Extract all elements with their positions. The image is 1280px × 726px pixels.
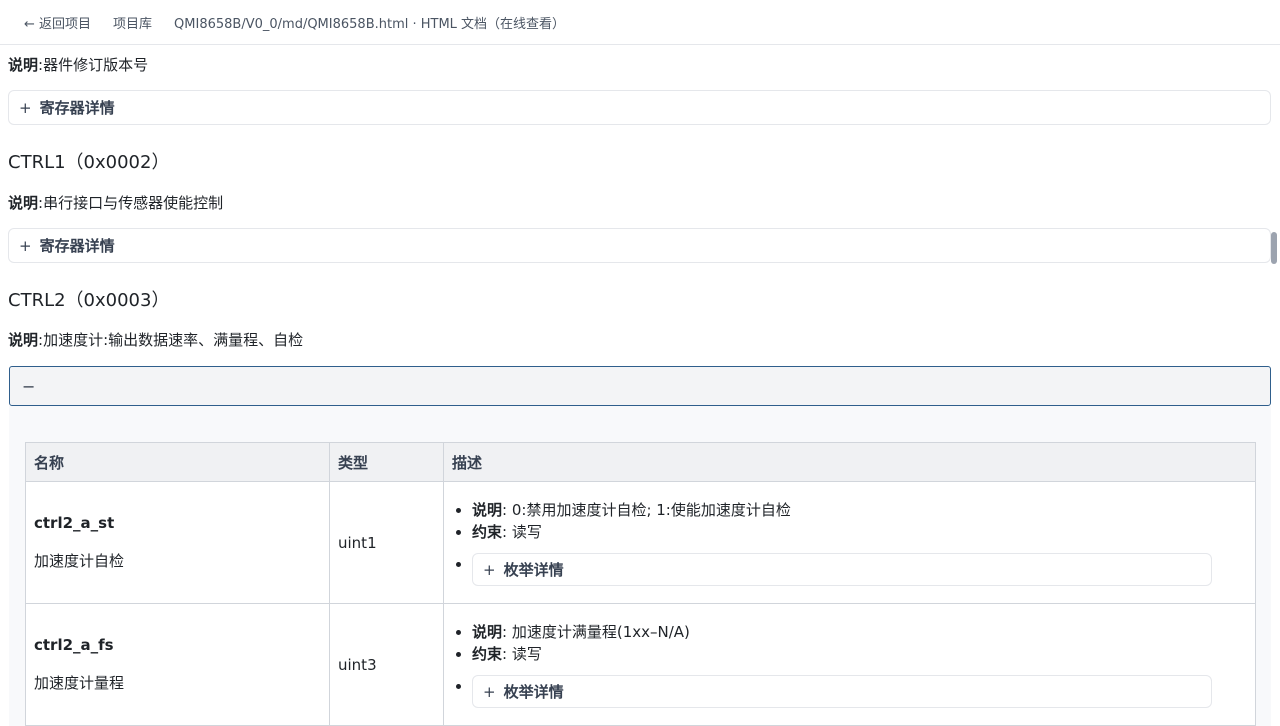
minus-icon: − [22, 376, 36, 396]
top-breadcrumb-bar: ← 返回项目 项目库 QMI8658B/V0_0/md/QMI8658B.htm… [0, 0, 1280, 45]
scrollbar-thumb[interactable] [1271, 232, 1277, 264]
col-header-type: 类型 [329, 442, 444, 482]
plus-icon: + [483, 682, 496, 701]
project-library-link[interactable]: 项目库 [113, 13, 152, 32]
revision-description: 说明:器件修订版本号 [8, 56, 149, 74]
field-name: ctrl2_a_st [34, 514, 115, 532]
enum-details-toggle[interactable]: +枚举详情 [472, 553, 1212, 586]
table-row: ctrl2_a_st 加速度计自检 uint1 说明: 0:禁用加速度计自检; … [25, 481, 1256, 604]
document-path: QMI8658B/V0_0/md/QMI8658B.html · HTML 文档… [174, 16, 566, 32]
register-details-toggle-revision[interactable]: + 寄存器详情 [8, 90, 1271, 125]
back-to-project-link[interactable]: ← 返回项目 [24, 13, 91, 32]
ctrl2-description: 说明:加速度计:输出数据速率、满量程、自检 [8, 331, 304, 349]
section-title-ctrl2: CTRL2（0x0003） [8, 290, 170, 311]
field-type: uint3 [329, 603, 444, 726]
register-details-toggle-ctrl1[interactable]: + 寄存器详情 [8, 228, 1271, 263]
plus-icon: + [19, 236, 32, 255]
plus-icon: + [19, 98, 32, 117]
field-desc: 说明: 加速度计满量程(1xx–N/A) [472, 621, 1247, 643]
field-cn-name: 加速度计量程 [34, 674, 125, 692]
register-details-toggle-ctrl2[interactable]: − [9, 366, 1271, 406]
field-constraint: 约束: 读写 [472, 521, 1247, 543]
field-name: ctrl2_a_fs [34, 636, 114, 654]
col-header-desc: 描述 [443, 442, 1256, 482]
field-cn-name: 加速度计自检 [34, 552, 125, 570]
table-row: ctrl2_a_fs 加速度计量程 uint3 说明: 加速度计满量程(1xx–… [25, 603, 1256, 726]
ctrl1-description: 说明:串行接口与传感器使能控制 [8, 194, 224, 212]
field-constraint: 约束: 读写 [472, 643, 1247, 665]
plus-icon: + [483, 560, 496, 579]
field-type: uint1 [329, 481, 444, 604]
register-fields-table: 名称 类型 描述 ctrl2_a_st 加速度计自检 uint1 说明: 0:禁… [25, 442, 1256, 726]
enum-details-toggle[interactable]: +枚举详情 [472, 675, 1212, 708]
col-header-name: 名称 [25, 442, 330, 482]
field-desc: 说明: 0:禁用加速度计自检; 1:使能加速度计自检 [472, 499, 1247, 521]
section-title-ctrl1: CTRL1（0x0002） [8, 152, 170, 173]
